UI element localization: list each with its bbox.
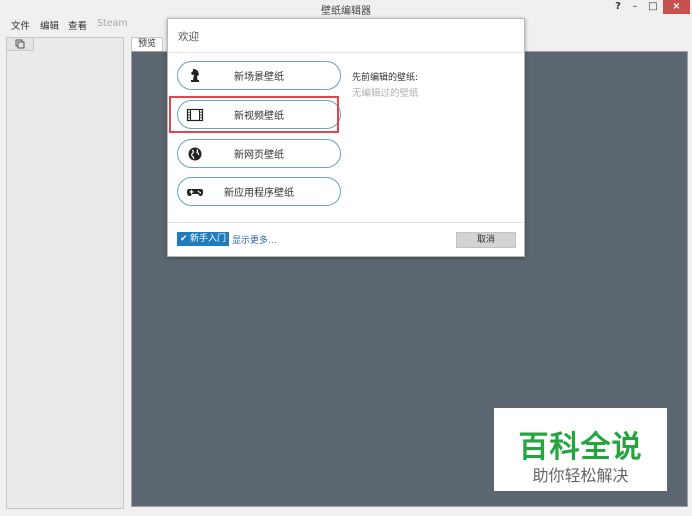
dialog-title: 欢迎 bbox=[178, 31, 199, 43]
new-app-wallpaper-button[interactable]: 新应用程序壁纸 bbox=[177, 177, 341, 206]
getting-started-button[interactable]: ✔ 新手入门 bbox=[177, 232, 229, 246]
menu-file[interactable]: 文件 bbox=[11, 18, 30, 32]
recent-wallpapers-empty: 无编辑过的壁纸 bbox=[352, 88, 419, 99]
cancel-button[interactable]: 取消 bbox=[456, 232, 516, 248]
tab-preview[interactable]: 预览 bbox=[131, 37, 163, 51]
divider bbox=[168, 222, 524, 223]
recent-wallpapers-title: 先前编辑的壁纸: bbox=[352, 73, 419, 83]
new-scene-wallpaper-button[interactable]: 新场景壁纸 bbox=[177, 61, 341, 90]
new-web-wallpaper-button[interactable]: 新网页壁纸 bbox=[177, 139, 341, 168]
left-panel-tab[interactable] bbox=[6, 37, 34, 51]
watermark-title: 百科全说 bbox=[518, 430, 643, 465]
copy-icon bbox=[15, 39, 25, 49]
close-button[interactable]: × bbox=[663, 0, 690, 14]
globe-icon bbox=[188, 147, 202, 161]
watermark-subtitle: 助你轻松解决 bbox=[532, 466, 629, 485]
welcome-dialog: 欢迎 新场景壁纸 新视频壁纸 新网页壁纸 新应用程序壁纸 先前编辑的壁纸: 无编… bbox=[167, 18, 525, 257]
menu-view[interactable]: 查看 bbox=[68, 18, 87, 32]
chess-knight-icon bbox=[191, 69, 199, 82]
menu-steam[interactable]: Steam bbox=[97, 18, 128, 29]
title-bar: 壁纸编辑器 ? – □ × bbox=[0, 0, 692, 17]
minimize-button[interactable]: – bbox=[628, 0, 642, 14]
window-title: 壁纸编辑器 bbox=[321, 6, 371, 17]
getting-started-label: 新手入门 bbox=[190, 234, 227, 244]
maximize-button[interactable]: □ bbox=[646, 0, 660, 14]
left-panel bbox=[6, 37, 124, 509]
divider bbox=[168, 52, 524, 53]
help-button[interactable]: ? bbox=[611, 0, 625, 14]
menu-edit[interactable]: 编辑 bbox=[40, 18, 59, 32]
watermark: 百科全说 助你轻松解决 bbox=[494, 408, 667, 491]
highlight-annotation bbox=[169, 96, 339, 133]
check-icon: ✔ bbox=[180, 234, 188, 244]
gamepad-icon bbox=[186, 189, 204, 196]
show-more-link[interactable]: 显示更多... bbox=[232, 233, 277, 246]
